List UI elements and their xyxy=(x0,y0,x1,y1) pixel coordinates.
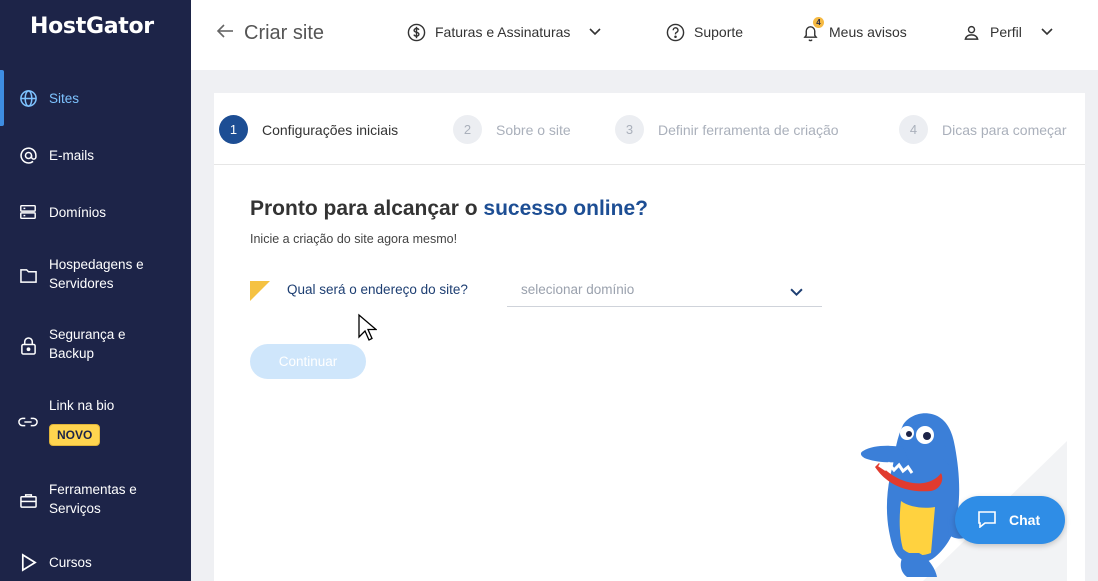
page-title: Criar site xyxy=(244,22,325,44)
chat-bubble-icon xyxy=(977,510,997,531)
new-badge: NOVO xyxy=(49,424,101,446)
chevron-down-icon xyxy=(790,284,804,298)
wizard-steps: 1 Configurações iniciais 2 Sobre o site … xyxy=(214,93,1085,165)
mouse-cursor-icon xyxy=(358,313,377,341)
sidebar-item-label: Hospedagens e Servidores xyxy=(49,257,144,291)
hostgator-logo[interactable]: HostGator xyxy=(30,14,154,39)
heading-text: Pronto para alcançar o xyxy=(250,197,484,220)
help-circle-icon xyxy=(665,22,685,42)
sidebar-item-hospedagens[interactable]: Hospedagens e Servidores xyxy=(0,255,191,295)
sidebar-item-label: Domínios xyxy=(49,204,107,220)
chat-button[interactable]: Chat xyxy=(955,496,1065,544)
gator-mascot-illustration xyxy=(860,413,1067,581)
arrow-left-icon xyxy=(216,22,234,45)
step-3: 3 Definir ferramenta de criação xyxy=(615,115,839,144)
sidebar-item-ferramentas[interactable]: Ferramentas e Serviços xyxy=(0,480,191,520)
step-number: 3 xyxy=(615,115,644,144)
sidebar-item-emails[interactable]: E-mails xyxy=(0,144,191,166)
step-2: 2 Sobre o site xyxy=(453,115,571,144)
step-4: 4 Dicas para começar xyxy=(899,115,1067,144)
support-link[interactable]: Suporte xyxy=(665,22,743,42)
bell-icon: 4 xyxy=(800,17,824,42)
notices-label: Meus avisos xyxy=(829,24,907,40)
sidebar-item-label: Link na bio xyxy=(49,398,115,413)
step-label: Configurações iniciais xyxy=(262,121,399,138)
sidebar-item-sites[interactable]: Sites xyxy=(0,70,191,126)
step-number: 1 xyxy=(219,115,248,144)
sidebar-item-dominios[interactable]: Domínios xyxy=(0,201,191,223)
globe-icon xyxy=(18,88,38,108)
sidebar-item-label: Segurança e Backup xyxy=(49,327,126,361)
sidebar-item-label: Ferramentas e Serviços xyxy=(49,482,137,516)
link-icon xyxy=(18,412,38,432)
flag-icon xyxy=(250,281,270,301)
dollar-circle-icon xyxy=(406,22,426,42)
at-icon xyxy=(18,145,38,165)
step-number: 4 xyxy=(899,115,928,144)
main-subtitle: Inicie a criação do site agora mesmo! xyxy=(250,232,458,246)
step-number: 2 xyxy=(453,115,482,144)
user-icon xyxy=(961,22,981,42)
step-1: 1 Configurações iniciais xyxy=(219,115,398,144)
notices-count-badge: 4 xyxy=(813,17,824,28)
toolbox-icon xyxy=(18,490,38,510)
profile-label: Perfil xyxy=(990,24,1022,40)
back-button[interactable]: Criar site xyxy=(216,22,324,45)
sidebar-item-link-na-bio[interactable]: Link na bio xyxy=(0,396,191,427)
profile-menu[interactable]: Perfil xyxy=(961,22,1053,42)
continue-button[interactable]: Continuar xyxy=(250,344,366,379)
step-label: Definir ferramenta de criação xyxy=(658,121,839,138)
domain-select-placeholder: selecionar domínio xyxy=(521,282,635,297)
lock-icon xyxy=(18,335,38,355)
folder-icon xyxy=(18,265,38,285)
notices-link[interactable]: 4 Meus avisos xyxy=(800,17,907,42)
sidebar-item-label: Cursos xyxy=(49,554,92,570)
top-header: Criar site Faturas e Assinaturas Suporte… xyxy=(191,0,1098,70)
billing-label: Faturas e Assinaturas xyxy=(435,24,571,40)
create-site-card: 1 Configurações iniciais 2 Sobre o site … xyxy=(214,93,1085,581)
domain-question-label: Qual será o endereço do site? xyxy=(287,282,468,297)
heading-highlight: sucesso online? xyxy=(483,197,648,220)
sidebar: HostGator Sites E-mails Domínios Hospeda… xyxy=(0,0,191,581)
sidebar-item-label: E-mails xyxy=(49,147,95,163)
sidebar-item-label: Sites xyxy=(49,90,80,106)
billing-menu[interactable]: Faturas e Assinaturas xyxy=(406,22,601,42)
sidebar-item-seguranca[interactable]: Segurança e Backup xyxy=(0,325,191,365)
chevron-down-icon xyxy=(589,26,601,38)
chat-label: Chat xyxy=(1009,512,1041,528)
step-label: Sobre o site xyxy=(496,121,571,138)
server-icon xyxy=(18,202,38,222)
chevron-down-icon xyxy=(1041,26,1053,38)
step-label: Dicas para começar xyxy=(942,121,1067,138)
domain-select[interactable]: selecionar domínio xyxy=(507,276,822,307)
sidebar-item-cursos[interactable]: Cursos xyxy=(0,551,191,573)
main-heading: Pronto para alcançar o sucesso online? xyxy=(250,197,648,221)
support-label: Suporte xyxy=(694,24,744,40)
play-icon xyxy=(18,552,38,572)
